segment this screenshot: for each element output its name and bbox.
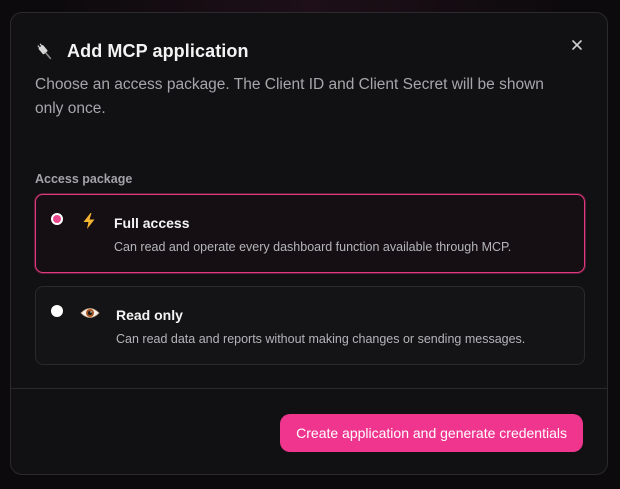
footer-divider: [11, 388, 607, 389]
radio-read-only[interactable]: [51, 305, 63, 317]
add-mcp-application-dialog: Add MCP application Choose an access pac…: [10, 12, 608, 475]
close-icon[interactable]: [569, 37, 585, 53]
option-description: Can read data and reports without making…: [116, 332, 526, 346]
dialog-subtitle: Choose an access package. The Client ID …: [35, 76, 544, 117]
dialog-header: Add MCP application: [35, 41, 249, 62]
option-title: Full access: [114, 215, 190, 231]
access-package-label: Access package: [35, 172, 133, 186]
plug-icon: [35, 42, 55, 62]
eye-icon: [80, 304, 100, 322]
option-description: Can read and operate every dashboard fun…: [114, 240, 512, 254]
option-title: Read only: [116, 307, 183, 323]
radio-full-access[interactable]: [51, 213, 63, 225]
create-application-button[interactable]: Create application and generate credenti…: [280, 414, 583, 452]
option-full-access[interactable]: Full access Can read and operate every d…: [35, 194, 585, 273]
option-read-only[interactable]: Read only Can read data and reports with…: [35, 286, 585, 365]
dialog-title: Add MCP application: [67, 41, 249, 61]
lightning-icon: [80, 212, 98, 230]
